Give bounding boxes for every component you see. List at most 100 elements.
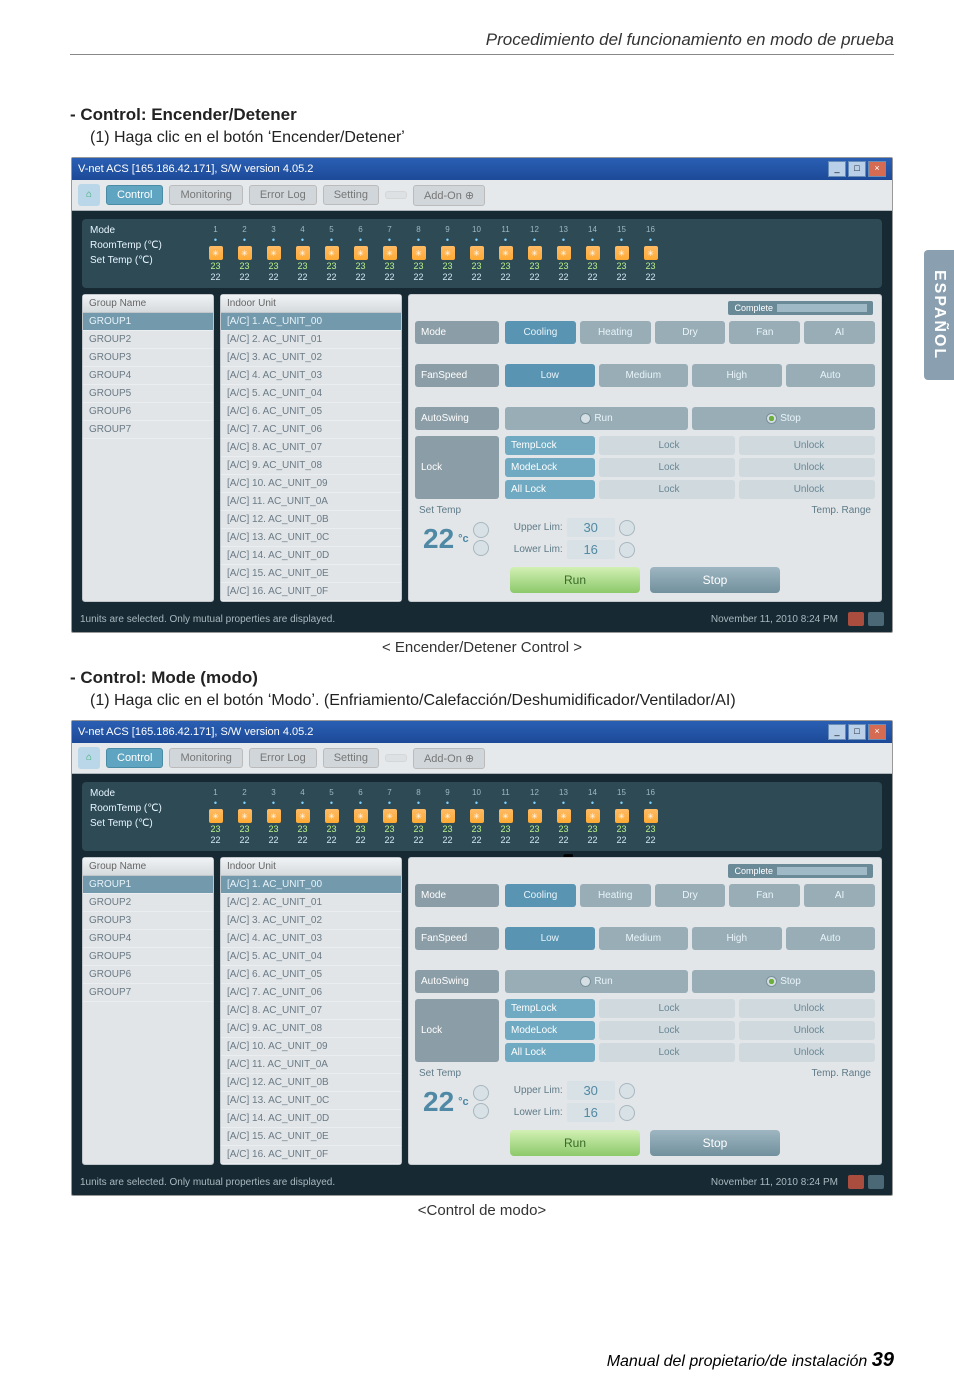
- unit-5[interactable]: 5•✳2322: [319, 788, 344, 845]
- temp-up[interactable]: [473, 522, 489, 538]
- run-button[interactable]: Run: [510, 1130, 640, 1156]
- tab-errorlog[interactable]: Error Log: [249, 748, 317, 768]
- unit-12[interactable]: 12•✳2322: [522, 225, 547, 282]
- tab-monitoring[interactable]: Monitoring: [169, 185, 242, 205]
- lock-on[interactable]: Lock: [599, 999, 735, 1018]
- upper-step[interactable]: [619, 520, 635, 536]
- group-item[interactable]: GROUP6: [83, 403, 213, 421]
- lock-on[interactable]: Lock: [599, 458, 735, 477]
- mode-opt[interactable]: Fan: [729, 884, 800, 907]
- swing-run[interactable]: Run: [505, 407, 688, 430]
- indoor-item[interactable]: [A/C] 8. AC_UNIT_07: [221, 439, 401, 457]
- indoor-item[interactable]: [A/C] 7. AC_UNIT_06: [221, 421, 401, 439]
- upper-step[interactable]: [619, 1083, 635, 1099]
- unit-14[interactable]: 14•✳2322: [580, 225, 605, 282]
- indoor-item[interactable]: [A/C] 11. AC_UNIT_0A: [221, 1056, 401, 1074]
- indoor-item[interactable]: [A/C] 4. AC_UNIT_03: [221, 367, 401, 385]
- group-item[interactable]: GROUP3: [83, 349, 213, 367]
- unit-11[interactable]: 11•✳2322: [493, 225, 518, 282]
- indoor-item[interactable]: [A/C] 6. AC_UNIT_05: [221, 403, 401, 421]
- indoor-item[interactable]: [A/C] 16. AC_UNIT_0F: [221, 1146, 401, 1164]
- unit-3[interactable]: 3•✳2322: [261, 225, 286, 282]
- indoor-item[interactable]: [A/C] 7. AC_UNIT_06: [221, 984, 401, 1002]
- unit-8[interactable]: 8•✳2322: [406, 788, 431, 845]
- indoor-item[interactable]: [A/C] 3. AC_UNIT_02: [221, 349, 401, 367]
- max-button[interactable]: □: [848, 724, 866, 740]
- indoor-item[interactable]: [A/C] 9. AC_UNIT_08: [221, 1020, 401, 1038]
- mode-opt[interactable]: AI: [804, 884, 875, 907]
- unit-8[interactable]: 8•✳2322: [406, 225, 431, 282]
- unit-11[interactable]: 11•✳2322: [493, 788, 518, 845]
- indoor-item[interactable]: [A/C] 12. AC_UNIT_0B: [221, 511, 401, 529]
- lock-on[interactable]: Lock: [599, 1021, 735, 1040]
- group-item[interactable]: GROUP1: [83, 313, 213, 331]
- indoor-item[interactable]: [A/C] 1. AC_UNIT_00: [221, 876, 401, 894]
- unit-2[interactable]: 2•✳2322: [232, 225, 257, 282]
- stop-button[interactable]: Stop: [650, 567, 780, 593]
- unit-4[interactable]: 4•✳2322: [290, 788, 315, 845]
- lock-off[interactable]: Unlock: [739, 1021, 875, 1040]
- indoor-item[interactable]: [A/C] 6. AC_UNIT_05: [221, 966, 401, 984]
- close-button[interactable]: ×: [868, 724, 886, 740]
- tab-errorlog[interactable]: Error Log: [249, 185, 317, 205]
- indoor-item[interactable]: [A/C] 13. AC_UNIT_0C: [221, 1092, 401, 1110]
- indoor-item[interactable]: [A/C] 5. AC_UNIT_04: [221, 385, 401, 403]
- tab-setting[interactable]: Setting: [323, 748, 379, 768]
- unit-6[interactable]: 6•✳2322: [348, 225, 373, 282]
- indoor-item[interactable]: [A/C] 16. AC_UNIT_0F: [221, 583, 401, 601]
- tab-setting[interactable]: Setting: [323, 185, 379, 205]
- tab-addon[interactable]: Add-On ⊕: [413, 185, 485, 206]
- fan-opt[interactable]: High: [692, 927, 782, 950]
- indoor-item[interactable]: [A/C] 14. AC_UNIT_0D: [221, 1110, 401, 1128]
- unit-12[interactable]: 12•✳2322: [522, 788, 547, 845]
- lock-off[interactable]: Unlock: [739, 480, 875, 499]
- fan-opt[interactable]: Auto: [786, 927, 876, 950]
- unit-16[interactable]: 16•✳2322: [638, 225, 663, 282]
- indoor-item[interactable]: [A/C] 2. AC_UNIT_01: [221, 331, 401, 349]
- tab-addon[interactable]: Add-On ⊕: [413, 748, 485, 769]
- indoor-item[interactable]: [A/C] 9. AC_UNIT_08: [221, 457, 401, 475]
- mode-opt[interactable]: Dry: [655, 884, 726, 907]
- mode-opt[interactable]: AI: [804, 321, 875, 344]
- mode-opt[interactable]: Heating: [580, 884, 651, 907]
- fan-opt[interactable]: Medium: [599, 364, 689, 387]
- lock-off[interactable]: Unlock: [739, 458, 875, 477]
- unit-7[interactable]: 7•✳2322: [377, 225, 402, 282]
- group-item[interactable]: GROUP2: [83, 894, 213, 912]
- indoor-item[interactable]: [A/C] 14. AC_UNIT_0D: [221, 547, 401, 565]
- fan-opt[interactable]: Low: [505, 364, 595, 387]
- lower-step[interactable]: [619, 1105, 635, 1121]
- swing-run[interactable]: Run: [505, 970, 688, 993]
- indoor-item[interactable]: [A/C] 12. AC_UNIT_0B: [221, 1074, 401, 1092]
- unit-14[interactable]: 14•✳2322: [580, 788, 605, 845]
- unit-3[interactable]: 3•✳2322: [261, 788, 286, 845]
- indoor-item[interactable]: [A/C] 11. AC_UNIT_0A: [221, 493, 401, 511]
- mode-opt[interactable]: Cooling: [505, 321, 576, 344]
- fan-opt[interactable]: Auto: [786, 364, 876, 387]
- group-item[interactable]: GROUP4: [83, 367, 213, 385]
- max-button[interactable]: □: [848, 161, 866, 177]
- lock-off[interactable]: Unlock: [739, 436, 875, 455]
- unit-1[interactable]: 1•✳2322: [203, 788, 228, 845]
- unit-9[interactable]: 9•✳2322: [435, 788, 460, 845]
- mode-opt[interactable]: Dry: [655, 321, 726, 344]
- min-button[interactable]: _: [828, 724, 846, 740]
- group-item[interactable]: GROUP5: [83, 385, 213, 403]
- fan-opt[interactable]: High: [692, 364, 782, 387]
- indoor-item[interactable]: [A/C] 3. AC_UNIT_02: [221, 912, 401, 930]
- home-icon[interactable]: ⌂: [78, 747, 100, 769]
- min-button[interactable]: _: [828, 161, 846, 177]
- mode-opt[interactable]: Cooling: [505, 884, 576, 907]
- fan-opt[interactable]: Medium: [599, 927, 689, 950]
- lock-on[interactable]: Lock: [599, 436, 735, 455]
- unit-2[interactable]: 2•✳2322: [232, 788, 257, 845]
- swing-stop[interactable]: Stop: [692, 407, 875, 430]
- unit-15[interactable]: 15•✳2322: [609, 225, 634, 282]
- indoor-item[interactable]: [A/C] 5. AC_UNIT_04: [221, 948, 401, 966]
- home-icon[interactable]: ⌂: [78, 184, 100, 206]
- close-button[interactable]: ×: [868, 161, 886, 177]
- indoor-item[interactable]: [A/C] 10. AC_UNIT_09: [221, 1038, 401, 1056]
- unit-7[interactable]: 7•✳2322: [377, 788, 402, 845]
- indoor-item[interactable]: [A/C] 8. AC_UNIT_07: [221, 1002, 401, 1020]
- group-item[interactable]: GROUP3: [83, 912, 213, 930]
